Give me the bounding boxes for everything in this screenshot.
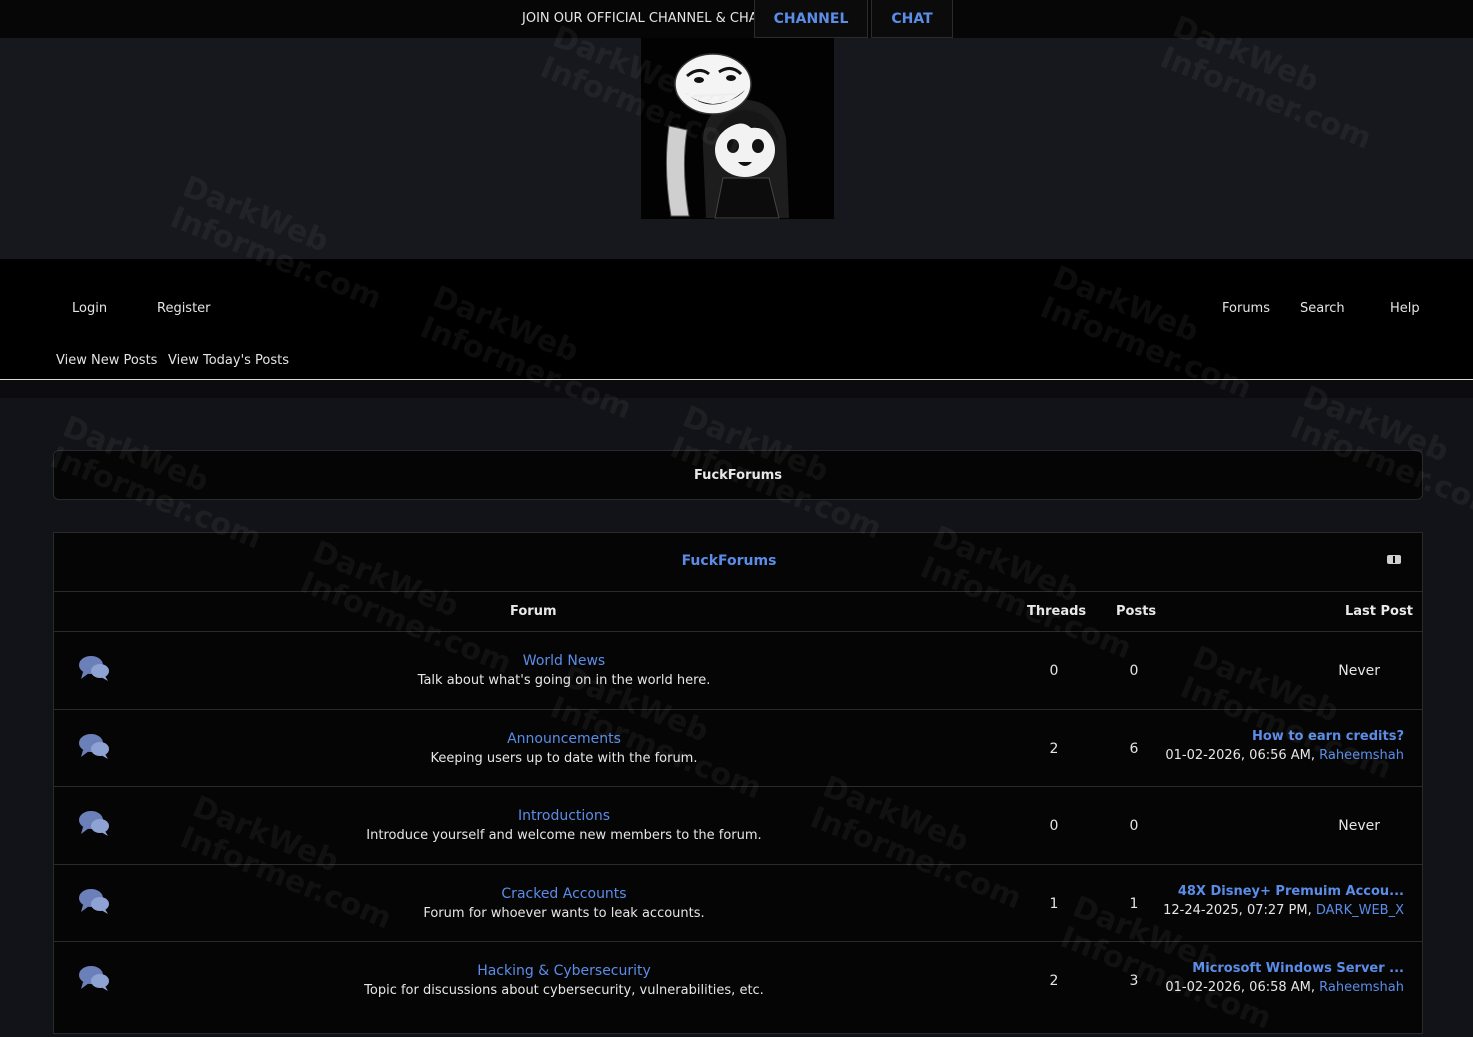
site-header — [0, 38, 1473, 259]
forum-name-hacking-cybersecurity[interactable]: Hacking & Cybersecurity — [164, 963, 964, 979]
view-new-posts-link[interactable]: View New Posts — [56, 353, 157, 368]
forum-row: Cracked Accounts Forum for whoever wants… — [54, 864, 1422, 942]
last-post-meta: 01-02-2026, 06:58 AM, Raheemshah — [1114, 980, 1404, 995]
chat-bubbles-icon — [79, 656, 109, 681]
forum-description: Introduce yourself and welcome new membe… — [366, 828, 762, 843]
col-forum: Forum — [510, 604, 557, 619]
forum-description: Talk about what's going on in the world … — [417, 673, 711, 688]
col-posts: Posts — [1116, 604, 1157, 619]
thread-count: 0 — [1049, 818, 1059, 834]
search-link[interactable]: Search — [1300, 301, 1345, 316]
forum-description: Topic for discussions about cybersecurit… — [364, 983, 764, 998]
thread-count: 1 — [1049, 896, 1059, 912]
last-post-never: Never — [1338, 818, 1380, 834]
thread-count: 2 — [1049, 741, 1059, 757]
last-post-never: Never — [1338, 663, 1380, 679]
forum-name-introductions[interactable]: Introductions — [164, 808, 964, 824]
board-title: FuckForums — [693, 467, 783, 483]
top-bar: JOIN OUR OFFICIAL CHANNEL & CHAT CHANNEL… — [0, 0, 1473, 38]
chat-bubbles-icon — [79, 734, 109, 759]
thread-count: 0 — [1049, 663, 1059, 679]
column-headers: Forum Threads Posts Last Post — [54, 591, 1422, 631]
col-last-post: Last Post — [1345, 604, 1413, 619]
last-post-user[interactable]: DARK_WEB_X — [1316, 903, 1404, 918]
category-title[interactable]: FuckForums — [54, 553, 1404, 569]
help-link[interactable]: Help — [1390, 301, 1420, 316]
register-link[interactable]: Register — [157, 301, 211, 316]
nav-spacer — [0, 380, 1473, 398]
forum-name-announcements[interactable]: Announcements — [164, 731, 964, 747]
thread-count: 2 — [1049, 973, 1059, 989]
board-title-bar: FuckForums — [53, 450, 1423, 500]
chat-button[interactable]: CHAT — [871, 0, 953, 38]
chat-bubbles-icon — [79, 889, 109, 914]
last-post-title[interactable]: How to earn credits? — [1154, 729, 1404, 744]
site-logo[interactable] — [641, 38, 834, 219]
col-threads: Threads — [1027, 604, 1087, 619]
chat-bubbles-icon — [79, 811, 109, 836]
forum-description: Keeping users up to date with the forum. — [430, 751, 698, 766]
last-post-date: 12-24-2025, 07:27 PM, — [1163, 903, 1312, 918]
last-post-title[interactable]: 48X Disney+ Premuim Accou... — [1154, 884, 1404, 899]
main-nav: Login Register Forums Search Help View N… — [0, 259, 1473, 380]
forum-description: Forum for whoever wants to leak accounts… — [423, 906, 705, 921]
forum-name-cracked-accounts[interactable]: Cracked Accounts — [164, 886, 964, 902]
last-post-meta: 12-24-2025, 07:27 PM, DARK_WEB_X — [1114, 903, 1404, 918]
forum-row: Announcements Keeping users up to date w… — [54, 709, 1422, 787]
forum-name-world-news[interactable]: World News — [164, 653, 964, 669]
channel-button[interactable]: CHANNEL — [754, 0, 868, 38]
last-post-title[interactable]: Microsoft Windows Server ... — [1154, 961, 1404, 976]
forums-link[interactable]: Forums — [1222, 301, 1270, 316]
last-post-date: 01-02-2026, 06:56 AM, — [1165, 748, 1316, 763]
last-post-user[interactable]: Raheemshah — [1319, 748, 1404, 763]
chat-bubbles-icon — [79, 966, 109, 991]
view-todays-posts-link[interactable]: View Today's Posts — [168, 353, 289, 368]
last-post-user[interactable]: Raheemshah — [1319, 980, 1404, 995]
collapse-icon[interactable] — [1387, 555, 1401, 564]
forum-row: World News Talk about what's going on in… — [54, 631, 1422, 709]
join-text: JOIN OUR OFFICIAL CHANNEL & CHAT — [522, 11, 765, 26]
forum-row: Introductions Introduce yourself and wel… — [54, 786, 1422, 864]
post-count: 0 — [1129, 818, 1139, 834]
category-header: FuckForums — [54, 533, 1422, 592]
forum-row: Hacking & Cybersecurity Topic for discus… — [54, 941, 1422, 1019]
login-link[interactable]: Login — [72, 301, 107, 316]
forum-table: FuckForums Forum Threads Posts Last Post… — [53, 532, 1423, 1034]
last-post-meta: 01-02-2026, 06:56 AM, Raheemshah — [1114, 748, 1404, 763]
post-count: 0 — [1129, 663, 1139, 679]
last-post-date: 01-02-2026, 06:58 AM, — [1165, 980, 1316, 995]
